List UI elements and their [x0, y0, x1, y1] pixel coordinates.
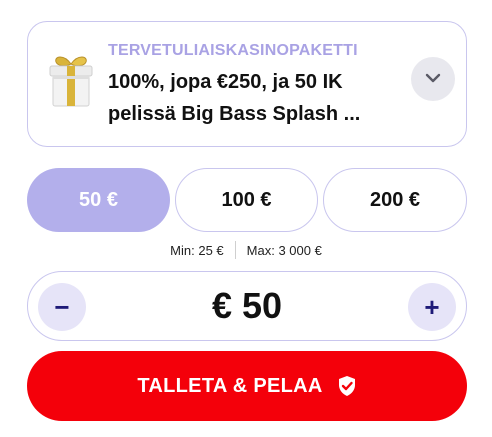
- limits-divider: [234, 241, 236, 259]
- increment-button[interactable]: +: [408, 283, 456, 331]
- max-limit: Max: 3 000 €: [246, 242, 322, 258]
- bonus-title: 100%, jopa €250, ja 50 IK pelissä Big Ba…: [108, 71, 361, 125]
- expand-bonus-button[interactable]: [411, 57, 455, 101]
- amount-option-200[interactable]: 200 €: [323, 168, 467, 232]
- amount-option-100[interactable]: 100 €: [175, 168, 318, 232]
- amount-option-50[interactable]: 50 €: [27, 168, 170, 232]
- bonus-eyebrow: TERVETULIAISKASINOPAKETTI: [108, 42, 358, 59]
- amount-value[interactable]: € 50: [28, 272, 466, 340]
- decrement-button[interactable]: −: [38, 283, 86, 331]
- welcome-bonus-card[interactable]: TERVETULIAISKASINOPAKETTI 100%, jopa €25…: [27, 21, 467, 147]
- min-limit: Min: 25 €: [170, 242, 224, 258]
- amount-stepper: € 50 − +: [27, 271, 467, 341]
- deposit-and-play-button[interactable]: TALLETA & PELAA: [27, 351, 467, 421]
- shield-check-icon: [337, 375, 357, 397]
- deposit-limits: Min: 25 € Max: 3 000 €: [0, 240, 492, 260]
- gift-icon: [46, 52, 96, 110]
- chevron-down-icon: [425, 70, 441, 88]
- cta-label: TALLETA & PELAA: [137, 374, 323, 397]
